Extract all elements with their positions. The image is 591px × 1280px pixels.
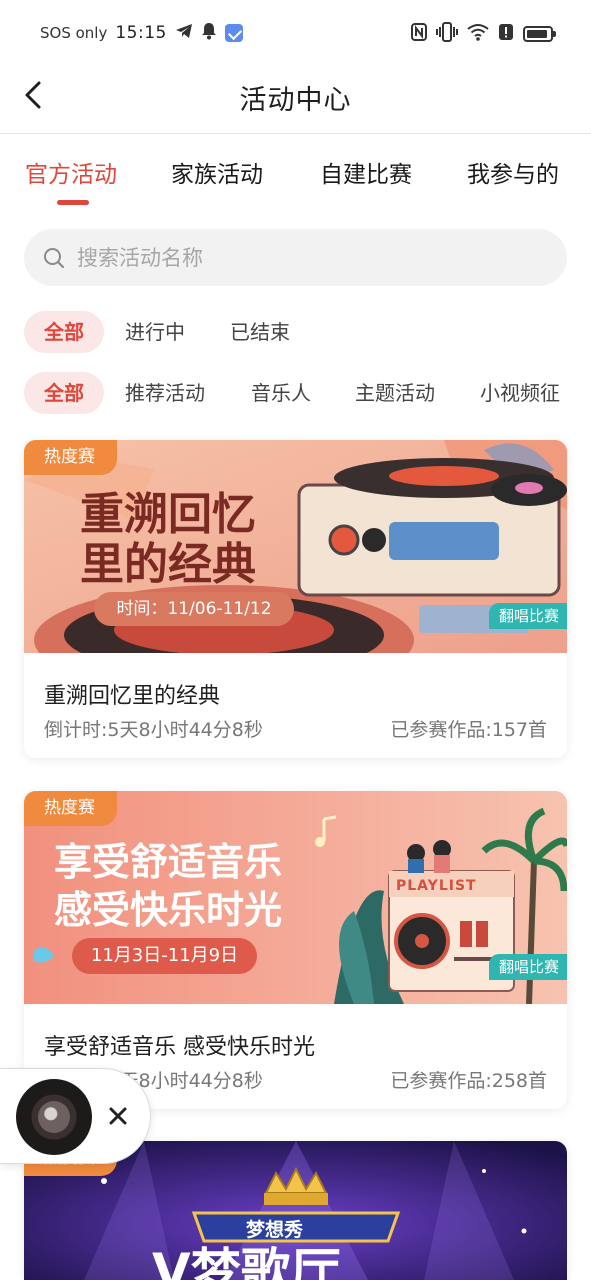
status-filter-all[interactable]: 全部	[24, 311, 104, 353]
clock: 15:15	[115, 23, 167, 43]
vibrate-icon	[436, 22, 458, 46]
banner-badge: 梦想秀	[246, 1219, 304, 1241]
activity-card[interactable]: 重溯回忆 里的经典 时间：11/06-11/12 热度赛 翻唱比赛 重溯回忆里的…	[24, 440, 567, 758]
category-filter-recommended[interactable]: 推荐活动	[125, 372, 205, 414]
alert-icon	[498, 23, 514, 45]
status-bar: SOS only 15:15	[0, 0, 591, 64]
card-entry-count: 已参赛作品:157首	[390, 719, 547, 741]
close-button[interactable]	[104, 1102, 132, 1130]
tab-official[interactable]: 官方活动	[25, 155, 117, 189]
type-tag: 翻唱比赛	[488, 954, 567, 980]
category-filter-musician[interactable]: 音乐人	[251, 372, 311, 414]
bell-icon	[201, 22, 217, 44]
activity-tabs: 官方活动 家族活动 自建比赛 我参与的	[0, 150, 591, 210]
wifi-icon	[467, 23, 489, 45]
card-countdown: 倒计时:5天8小时44分8秒	[44, 719, 263, 741]
category-filter-short-video[interactable]: 小视频征	[480, 372, 560, 414]
close-icon	[109, 1107, 127, 1125]
banner-date: 时间：11/06-11/12	[94, 592, 294, 626]
card-entry-count: 已参赛作品:258首	[390, 1070, 547, 1092]
header: 活动中心	[0, 64, 591, 134]
mail-icon	[224, 24, 243, 42]
album-disc[interactable]	[16, 1079, 92, 1155]
banner-title-line2: 里的经典	[80, 539, 256, 590]
floating-player[interactable]	[0, 1068, 151, 1164]
search-input[interactable]	[77, 229, 537, 286]
activity-banner: 享受舒适音乐 感受快乐时光 11月3日-11月9日 PLAYLIST 热度赛 翻…	[24, 791, 567, 1004]
card-title: 重溯回忆里的经典	[44, 684, 221, 709]
tab-joined[interactable]: 我参与的	[467, 155, 559, 189]
activity-card[interactable]: 享受舒适音乐 感受快乐时光 11月3日-11月9日 PLAYLIST 热度赛 翻…	[24, 791, 567, 1109]
carrier-label: SOS only	[40, 24, 108, 42]
type-tag: 翻唱比赛	[488, 603, 567, 629]
banner-title: V梦歌厅	[152, 1243, 341, 1280]
tab-indicator	[57, 200, 89, 205]
tab-family[interactable]: 家族活动	[171, 155, 263, 189]
page-title: 活动中心	[239, 85, 352, 116]
nfc-icon	[411, 23, 427, 45]
hot-tag: 热度赛	[24, 440, 117, 475]
card-title: 享受舒适音乐 感受快乐时光	[44, 1035, 315, 1060]
category-filter-all[interactable]: 全部	[24, 372, 104, 414]
status-filter-ongoing[interactable]: 进行中	[125, 311, 185, 353]
status-filter-row: 全部 进行中 已结束	[0, 311, 591, 355]
category-filter-theme[interactable]: 主题活动	[355, 372, 435, 414]
search-bar[interactable]	[24, 229, 567, 286]
category-filter-row: 全部 推荐活动 音乐人 主题活动 小视频征	[0, 372, 591, 416]
search-icon	[43, 247, 65, 269]
status-filter-ended[interactable]: 已结束	[230, 311, 290, 353]
battery-icon	[523, 26, 556, 42]
telegram-icon	[175, 23, 193, 43]
banner-title-line1: 享受舒适音乐	[54, 840, 283, 884]
tab-custom-contest[interactable]: 自建比赛	[320, 155, 412, 189]
banner-playlist-sign: PLAYLIST	[396, 878, 477, 894]
banner-date: 11月3日-11月9日	[72, 938, 257, 974]
activity-banner: 重溯回忆 里的经典 时间：11/06-11/12 热度赛 翻唱比赛	[24, 440, 567, 653]
hot-tag: 热度赛	[24, 791, 117, 826]
banner-title-line2: 感受快乐时光	[54, 888, 283, 932]
